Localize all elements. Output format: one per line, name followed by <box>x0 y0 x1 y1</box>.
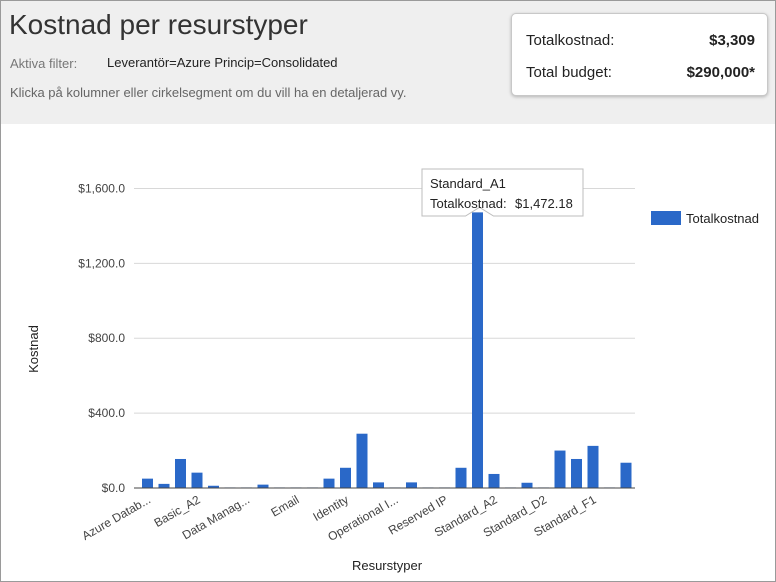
bar[interactable] <box>571 458 582 488</box>
bar-tooltip: Standard_A1 Totalkostnad: $1,472.18 <box>421 168 584 217</box>
bar[interactable] <box>488 473 500 488</box>
bar[interactable] <box>373 482 384 488</box>
y-tick-label: $400.0 <box>88 406 125 420</box>
bar[interactable] <box>257 484 269 488</box>
bar[interactable] <box>191 472 203 488</box>
tooltip-label: Totalkostnad: <box>430 196 507 211</box>
bar[interactable] <box>620 462 632 488</box>
legend-label: Totalkostnad <box>686 211 759 226</box>
report-frame: Kostnad per resurstyper Aktiva filter: L… <box>0 0 776 582</box>
bar[interactable] <box>587 445 599 488</box>
bar[interactable] <box>554 450 566 488</box>
bar[interactable] <box>356 433 368 488</box>
x-axis-title: Resurstyper <box>352 558 423 573</box>
tooltip-value: $1,472.18 <box>515 196 573 211</box>
bar[interactable] <box>340 467 351 488</box>
bar[interactable] <box>406 482 417 488</box>
bar[interactable] <box>455 467 467 488</box>
bar[interactable] <box>472 212 483 488</box>
y-axis-title: Kostnad <box>26 325 41 373</box>
y-axis-ticks: $0.0 $400.0 $800.0 $1,200.0 $1,600.0 <box>78 181 125 495</box>
x-tick-label: Identity <box>310 492 351 523</box>
bar[interactable] <box>158 483 170 488</box>
x-tick-label: Email <box>269 492 302 519</box>
y-tick-label: $800.0 <box>88 331 125 345</box>
tooltip-title: Standard_A1 <box>430 176 506 191</box>
bar[interactable] <box>521 482 533 488</box>
x-axis-ticks: Azure Datab...Basic_A2Data Manag... Email… <box>80 492 599 544</box>
bars <box>142 212 632 489</box>
x-tick-label: Azure Datab... <box>80 492 153 542</box>
gridlines <box>134 187 635 414</box>
bar[interactable] <box>142 478 153 488</box>
bar[interactable] <box>323 478 335 488</box>
y-tick-label: $1,600.0 <box>78 181 125 195</box>
bar[interactable] <box>175 458 186 488</box>
cost-bar-chart: $0.0 $400.0 $800.0 $1,200.0 $1,600.0 Azure D… <box>26 168 759 573</box>
y-tick-label: $0.0 <box>102 481 126 495</box>
legend-swatch <box>651 211 681 225</box>
chart-legend[interactable]: Totalkostnad <box>651 211 759 226</box>
y-tick-label: $1,200.0 <box>78 256 125 270</box>
